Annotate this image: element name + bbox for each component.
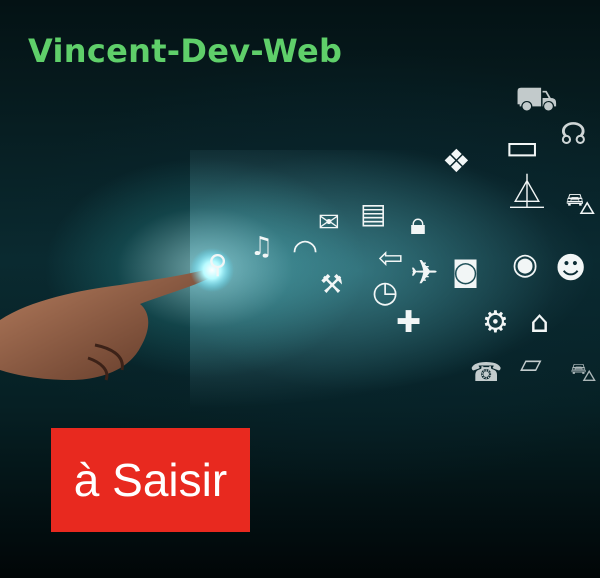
- phone-icon: ☎: [470, 358, 503, 388]
- badge-label: à Saisir: [73, 454, 228, 506]
- camera-icon: ◙: [452, 255, 480, 288]
- cart-icon: ⛍: [565, 187, 596, 222]
- clock-icon: ◷: [372, 275, 399, 310]
- bike-icon: ⚲: [208, 250, 228, 280]
- gear-icon: ⚙: [482, 305, 509, 340]
- a-saisir-badge[interactable]: à Saisir: [51, 428, 250, 532]
- hero-image: Vincent-Dev-Web ✉ ▤ ♫ ◠ 🔒︎ ❖ ▭ ⛟ ☊ ⏅ ⛍ ⇦…: [0, 0, 600, 578]
- first-aid-icon: ✚: [396, 305, 422, 340]
- envelope-icon: ✉: [318, 208, 340, 238]
- car-icon: ⛍: [570, 358, 597, 388]
- arrow-icon: ⇦: [378, 241, 404, 276]
- hanger-icon: ⏅: [510, 173, 544, 213]
- plate-icon: ◉: [512, 247, 539, 282]
- shoe-icon: ▱: [520, 347, 542, 380]
- teddy-bear-icon: ☻: [555, 251, 587, 286]
- headphones-icon: ☊: [560, 117, 587, 152]
- laptop-icon: ▤: [360, 197, 387, 230]
- tool-icon: ⚒: [320, 270, 344, 300]
- gift-icon: ❖: [442, 142, 471, 180]
- plane-icon: ✈: [410, 253, 439, 293]
- credit-card-icon: ▭: [505, 127, 540, 168]
- truck-icon: ⛟: [515, 79, 558, 119]
- wifi-icon: ◠: [292, 233, 319, 268]
- music-note-icon: ♫: [250, 232, 274, 262]
- home-icon: ⌂: [530, 305, 550, 340]
- lock-icon: 🔒︎: [410, 207, 426, 242]
